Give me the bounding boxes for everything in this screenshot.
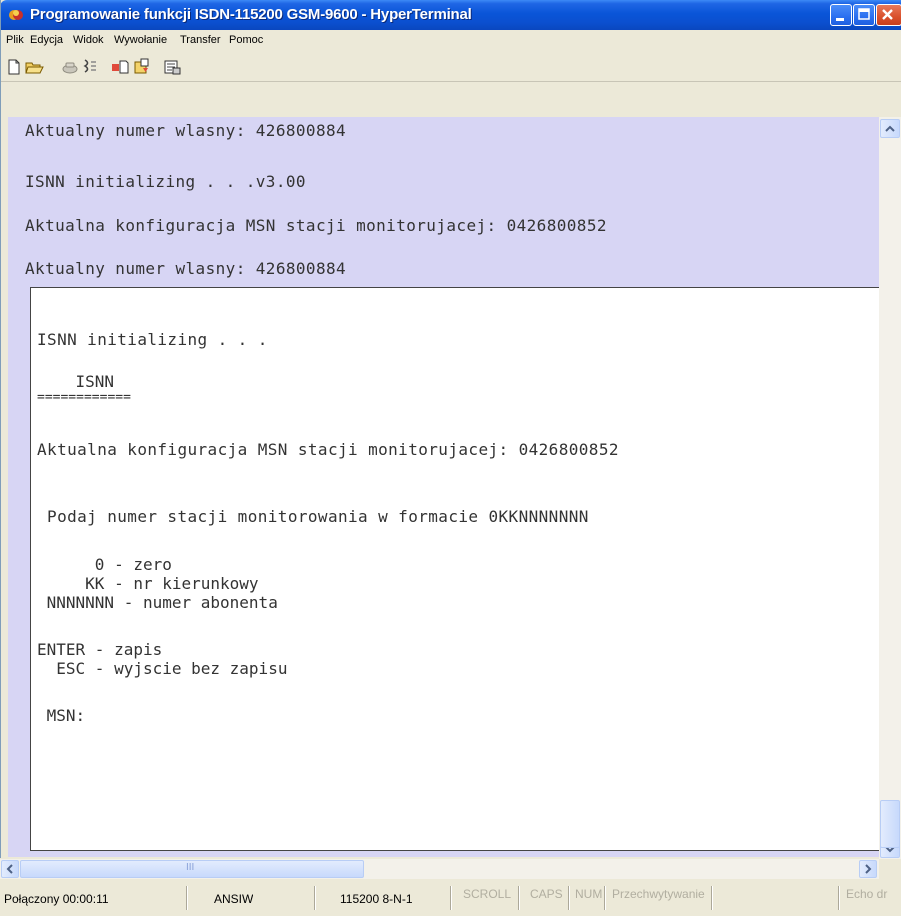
terminal-line: Aktualna konfiguracja MSN stacji monitor…: [37, 440, 619, 459]
status-scroll: SCROLL: [463, 887, 512, 901]
terminal-line: Aktualny numer wlasny: 426800884: [25, 259, 347, 278]
terminal-line: ISNN initializing . . .: [37, 330, 268, 349]
status-echo: Echo dr: [846, 887, 888, 901]
terminal-line: ISNN initializing . . .v3.00: [25, 172, 306, 191]
chevron-up-icon: [885, 125, 895, 132]
status-capture: Przechwytywanie: [612, 887, 705, 901]
terminal-line: 0 - zero: [37, 555, 172, 574]
scroll-up-button[interactable]: [880, 119, 900, 138]
status-divider: [568, 886, 569, 910]
terminal-line: NNNNNNN - numer abonenta: [37, 593, 278, 612]
status-bar: Połączony 00:00:11 ANSIW 115200 8-N-1 SC…: [0, 882, 901, 916]
status-divider: [518, 886, 519, 910]
terminal-line: MSN:: [37, 706, 86, 725]
status-divider: [314, 886, 315, 910]
scroll-grip: III: [186, 862, 195, 873]
chevron-right-icon: [865, 864, 872, 874]
horizontal-scrollbar[interactable]: III: [0, 859, 879, 879]
terminal-line: ENTER - zapis: [37, 640, 163, 659]
vertical-scrollbar[interactable]: [879, 117, 901, 859]
status-divider: [186, 886, 187, 910]
terminal-line: Podaj numer stacji monitorowania w forma…: [37, 507, 589, 526]
status-connection-time: Połączony 00:00:11: [4, 892, 109, 906]
terminal-line: ISNN: [37, 372, 115, 391]
status-emulation: ANSIW: [214, 892, 254, 906]
status-divider: [604, 886, 605, 910]
scrollbar-corner: [879, 859, 901, 879]
status-port-settings: 115200 8-N-1: [340, 892, 413, 906]
status-num: NUM: [575, 887, 603, 901]
terminal-line: KK - nr kierunkowy: [37, 574, 259, 593]
status-divider: [711, 886, 712, 910]
hyperterminal-window: Programowanie funkcji ISDN-115200 GSM-96…: [0, 0, 901, 916]
terminal-line: Aktualny numer wlasny: 426800884: [25, 121, 347, 140]
chevron-left-icon: [6, 864, 13, 874]
scroll-left-button[interactable]: [1, 860, 19, 878]
horizontal-scroll-thumb[interactable]: III: [20, 860, 364, 878]
status-divider: [838, 886, 839, 910]
vertical-scroll-thumb[interactable]: [880, 800, 900, 848]
terminal-line: ============: [37, 390, 131, 405]
status-caps: CAPS: [530, 887, 563, 901]
status-divider: [450, 886, 451, 910]
terminal-output-panel: ISNN initializing . . . ISNN ===========…: [30, 287, 883, 851]
terminal-line: ESC - wyjscie bez zapisu: [37, 659, 288, 678]
terminal-line: Aktualna konfiguracja MSN stacji monitor…: [25, 216, 607, 235]
scroll-right-button[interactable]: [859, 860, 877, 878]
